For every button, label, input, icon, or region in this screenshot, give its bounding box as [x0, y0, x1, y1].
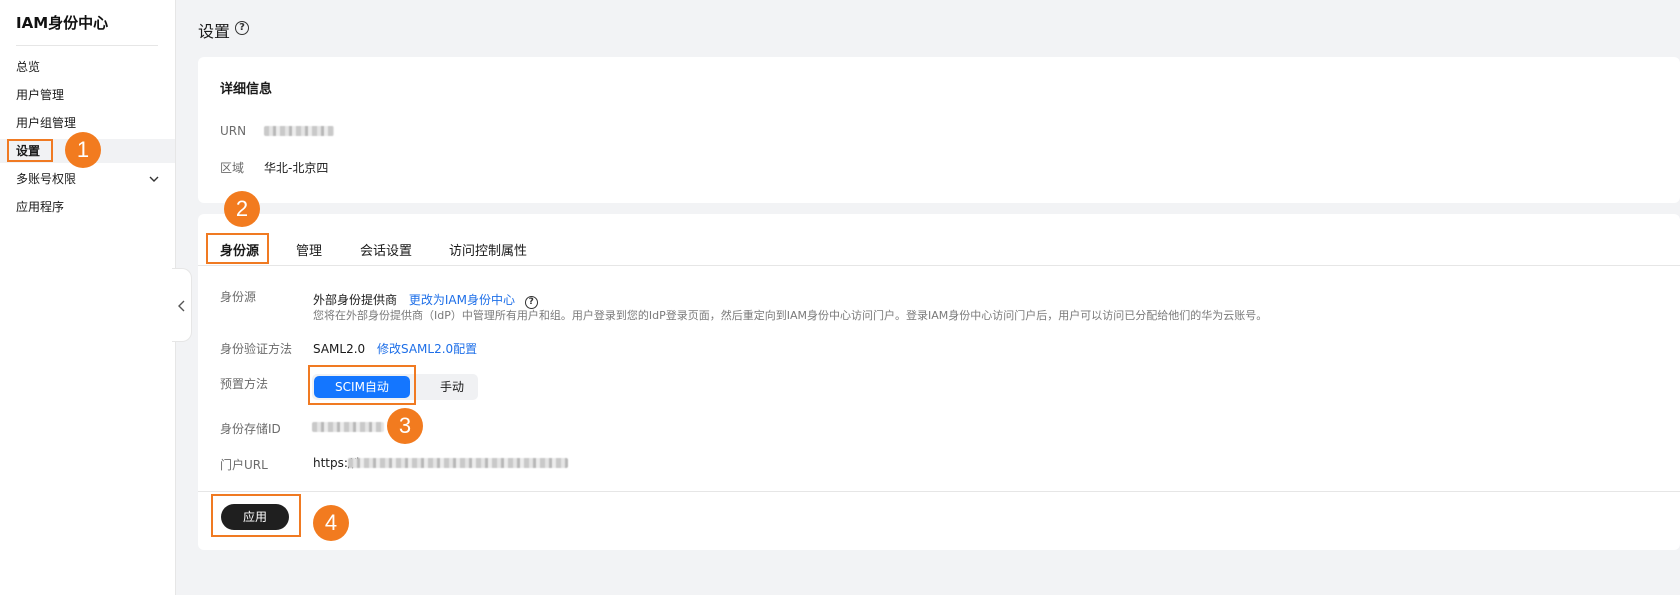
sidebar-item-label: 多账号权限 — [16, 172, 77, 186]
identity-source-description: 您将在外部身份提供商（IdP）中管理所有用户和组。用户登录到您的IdP登录页面，… — [313, 309, 1268, 322]
sidebar: IAM身份中心 总览 用户管理 用户组管理 设置 多账号权限 应用程序 — [0, 0, 176, 595]
chevron-down-icon — [149, 176, 159, 182]
auth-method-value: SAML2.0 — [313, 342, 366, 356]
step-badge-4: 4 — [313, 505, 349, 541]
urn-value-redacted — [264, 126, 334, 136]
manual-option[interactable]: 手动 — [432, 376, 472, 398]
tab-access-control-attributes[interactable]: 访问控制属性 — [449, 240, 527, 259]
urn-label: URN — [220, 124, 247, 138]
highlight-box-apply — [211, 494, 301, 537]
auth-method-row: SAML2.0 修改SAML2.0配置 — [313, 340, 477, 357]
auth-method-label: 身份验证方法 — [220, 342, 293, 356]
identity-store-id-redacted — [312, 422, 384, 432]
portal-url-redacted — [348, 458, 568, 468]
sidebar-divider — [16, 45, 158, 46]
tab-management[interactable]: 管理 — [296, 240, 322, 259]
change-to-iam-link[interactable]: 更改为IAM身份中心 — [409, 293, 515, 307]
sidebar-item-applications[interactable]: 应用程序 — [16, 195, 174, 219]
portal-url-label: 门户URL — [220, 458, 268, 472]
region-value: 华北-北京四 — [264, 161, 329, 175]
details-title: 详细信息 — [220, 82, 273, 97]
identity-card: 身份源 管理 会话设置 访问控制属性 身份源 外部身份提供商 更改为IAM身份中… — [198, 214, 1680, 550]
highlight-box-settings — [7, 139, 53, 162]
provisioning-label: 预置方法 — [220, 377, 269, 391]
modify-saml-link[interactable]: 修改SAML2.0配置 — [377, 342, 477, 356]
app-title: IAM身份中心 — [16, 14, 109, 32]
sidebar-item-users[interactable]: 用户管理 — [16, 83, 174, 107]
highlight-box-scim — [308, 365, 416, 405]
step-badge-3: 3 — [387, 408, 423, 444]
sidebar-item-groups[interactable]: 用户组管理 — [16, 111, 174, 135]
identity-store-id-label: 身份存储ID — [220, 422, 281, 436]
identity-source-value: 外部身份提供商 — [313, 293, 398, 307]
highlight-box-identity-tab — [206, 233, 269, 264]
step-badge-2: 2 — [224, 191, 260, 227]
sidebar-item-overview[interactable]: 总览 — [16, 55, 174, 79]
tab-session-settings[interactable]: 会话设置 — [360, 240, 412, 259]
identity-source-label: 身份源 — [220, 290, 257, 304]
details-card: 详细信息 URN 区域 华北-北京四 — [198, 57, 1680, 203]
sidebar-item-multi-account[interactable]: 多账号权限 — [16, 167, 174, 191]
step-badge-1: 1 — [65, 132, 101, 168]
help-icon[interactable]: ? — [235, 21, 249, 35]
page-title: 设置 — [198, 22, 231, 41]
sidebar-collapse-button[interactable] — [172, 268, 192, 342]
chevron-left-icon — [178, 300, 185, 312]
region-label: 区域 — [220, 161, 245, 175]
tab-bar: 身份源 管理 会话设置 访问控制属性 — [198, 234, 1680, 266]
footer-divider — [198, 491, 1680, 492]
